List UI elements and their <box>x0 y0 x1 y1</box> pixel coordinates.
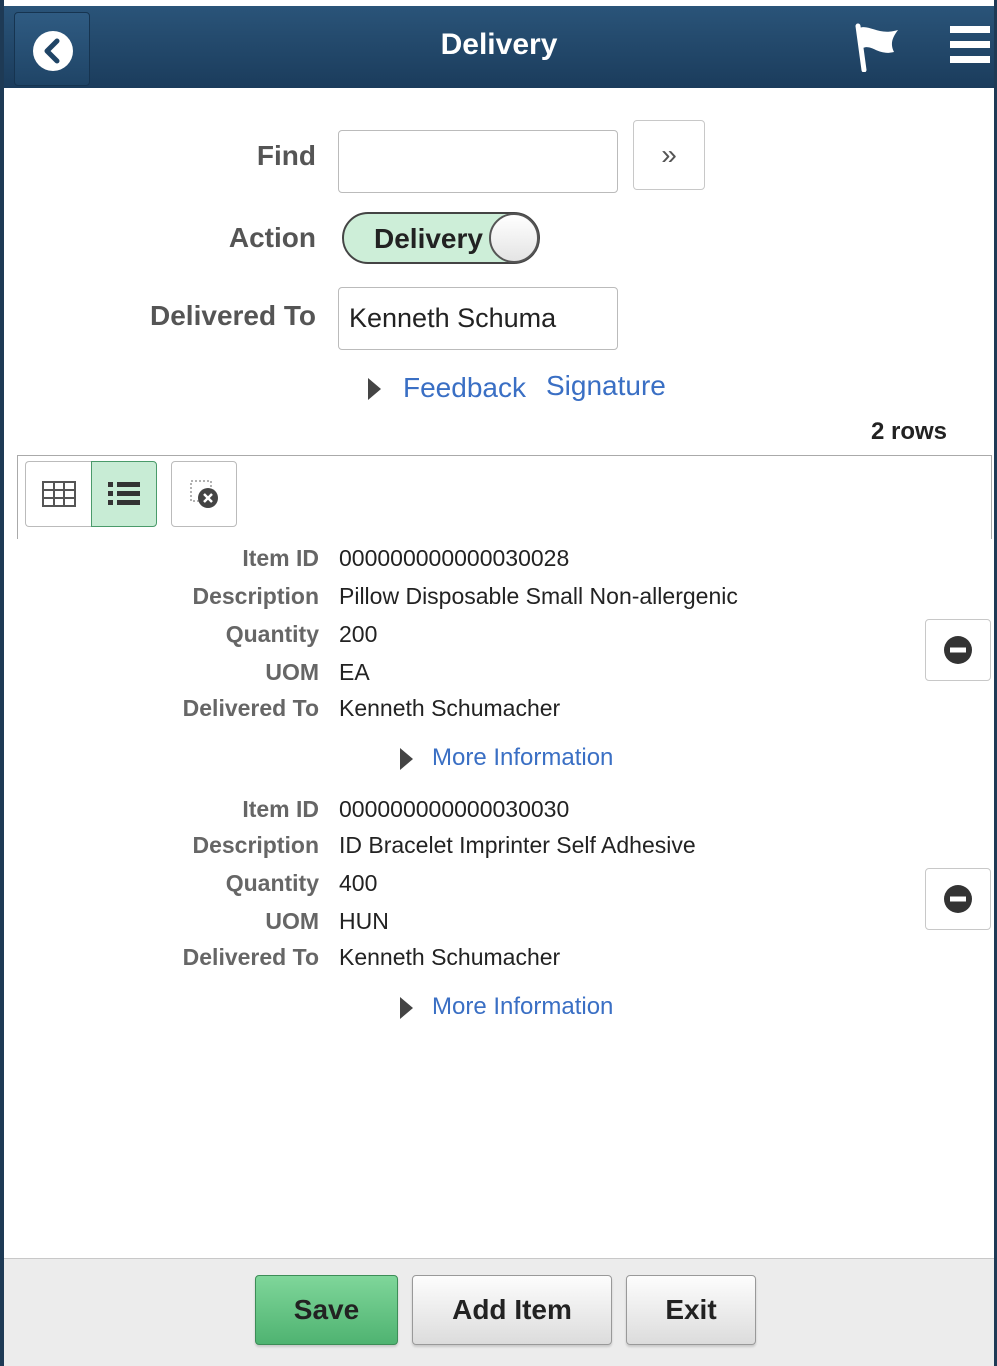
list-view-icon <box>108 482 140 505</box>
signature-link[interactable]: Signature <box>546 370 666 402</box>
delivered-to-value: Kenneth Schumacher <box>339 695 561 721</box>
uom-value: EA <box>339 659 370 685</box>
description-label: Description <box>192 832 319 858</box>
exit-button[interactable]: Exit <box>626 1275 756 1345</box>
minus-circle-icon <box>944 636 972 664</box>
page-title: Delivery <box>440 28 558 61</box>
description-value: ID Bracelet Imprinter Self Adhesive <box>339 832 696 858</box>
feedback-link[interactable]: Feedback <box>403 372 526 404</box>
expand-arrow-icon[interactable] <box>368 378 381 400</box>
app-header: Delivery <box>4 6 994 88</box>
delivered-to-input[interactable] <box>338 287 618 350</box>
clear-filter-button[interactable] <box>171 461 237 527</box>
find-go-button[interactable]: » <box>633 120 705 190</box>
quantity-label: Quantity <box>225 621 319 647</box>
quantity-value: 200 <box>339 621 378 647</box>
delivered-to-label: Delivered To <box>150 300 316 331</box>
clear-filter-icon <box>190 480 218 508</box>
action-toggle-label: Delivery <box>374 223 483 254</box>
find-label: Find <box>256 140 316 171</box>
action-label: Action <box>228 222 316 253</box>
grid-view-button[interactable] <box>25 461 91 527</box>
expand-arrow-icon[interactable] <box>400 748 413 770</box>
item-id-label: Item ID <box>242 545 319 571</box>
item-id-label: Item ID <box>242 796 319 822</box>
find-input[interactable] <box>338 130 618 193</box>
grid-view-icon <box>41 481 76 507</box>
save-button[interactable]: Save <box>255 1275 398 1345</box>
flag-icon[interactable] <box>852 22 902 73</box>
remove-row-button[interactable] <box>925 868 991 930</box>
more-information-link[interactable]: More Information <box>432 993 613 1021</box>
uom-label: UOM <box>265 659 319 685</box>
quantity-label: Quantity <box>225 870 319 896</box>
app-frame <box>0 0 997 1366</box>
action-toggle[interactable]: Delivery <box>342 212 540 264</box>
item-id-value: 000000000000030030 <box>339 796 570 822</box>
hamburger-menu-icon[interactable] <box>950 26 990 68</box>
toggle-knob <box>489 213 539 263</box>
item-id-value: 000000000000030028 <box>339 545 570 571</box>
description-label: Description <box>192 583 319 609</box>
list-view-button[interactable] <box>91 461 157 527</box>
delivered-to-value: Kenneth Schumacher <box>339 944 561 970</box>
grid-toolbar-panel <box>17 455 992 539</box>
rows-count: 2 rows <box>870 418 947 445</box>
delivered-to-label: Delivered To <box>182 944 319 970</box>
uom-label: UOM <box>265 908 319 934</box>
minus-circle-icon <box>944 885 972 913</box>
remove-row-button[interactable] <box>925 619 991 681</box>
expand-arrow-icon[interactable] <box>400 997 413 1019</box>
add-item-button[interactable]: Add Item <box>412 1275 612 1345</box>
delivered-to-label: Delivered To <box>182 695 319 721</box>
more-information-link[interactable]: More Information <box>432 744 613 772</box>
uom-value: HUN <box>339 908 389 934</box>
description-value: Pillow Disposable Small Non-allergenic <box>339 583 738 609</box>
quantity-value: 400 <box>339 870 378 896</box>
